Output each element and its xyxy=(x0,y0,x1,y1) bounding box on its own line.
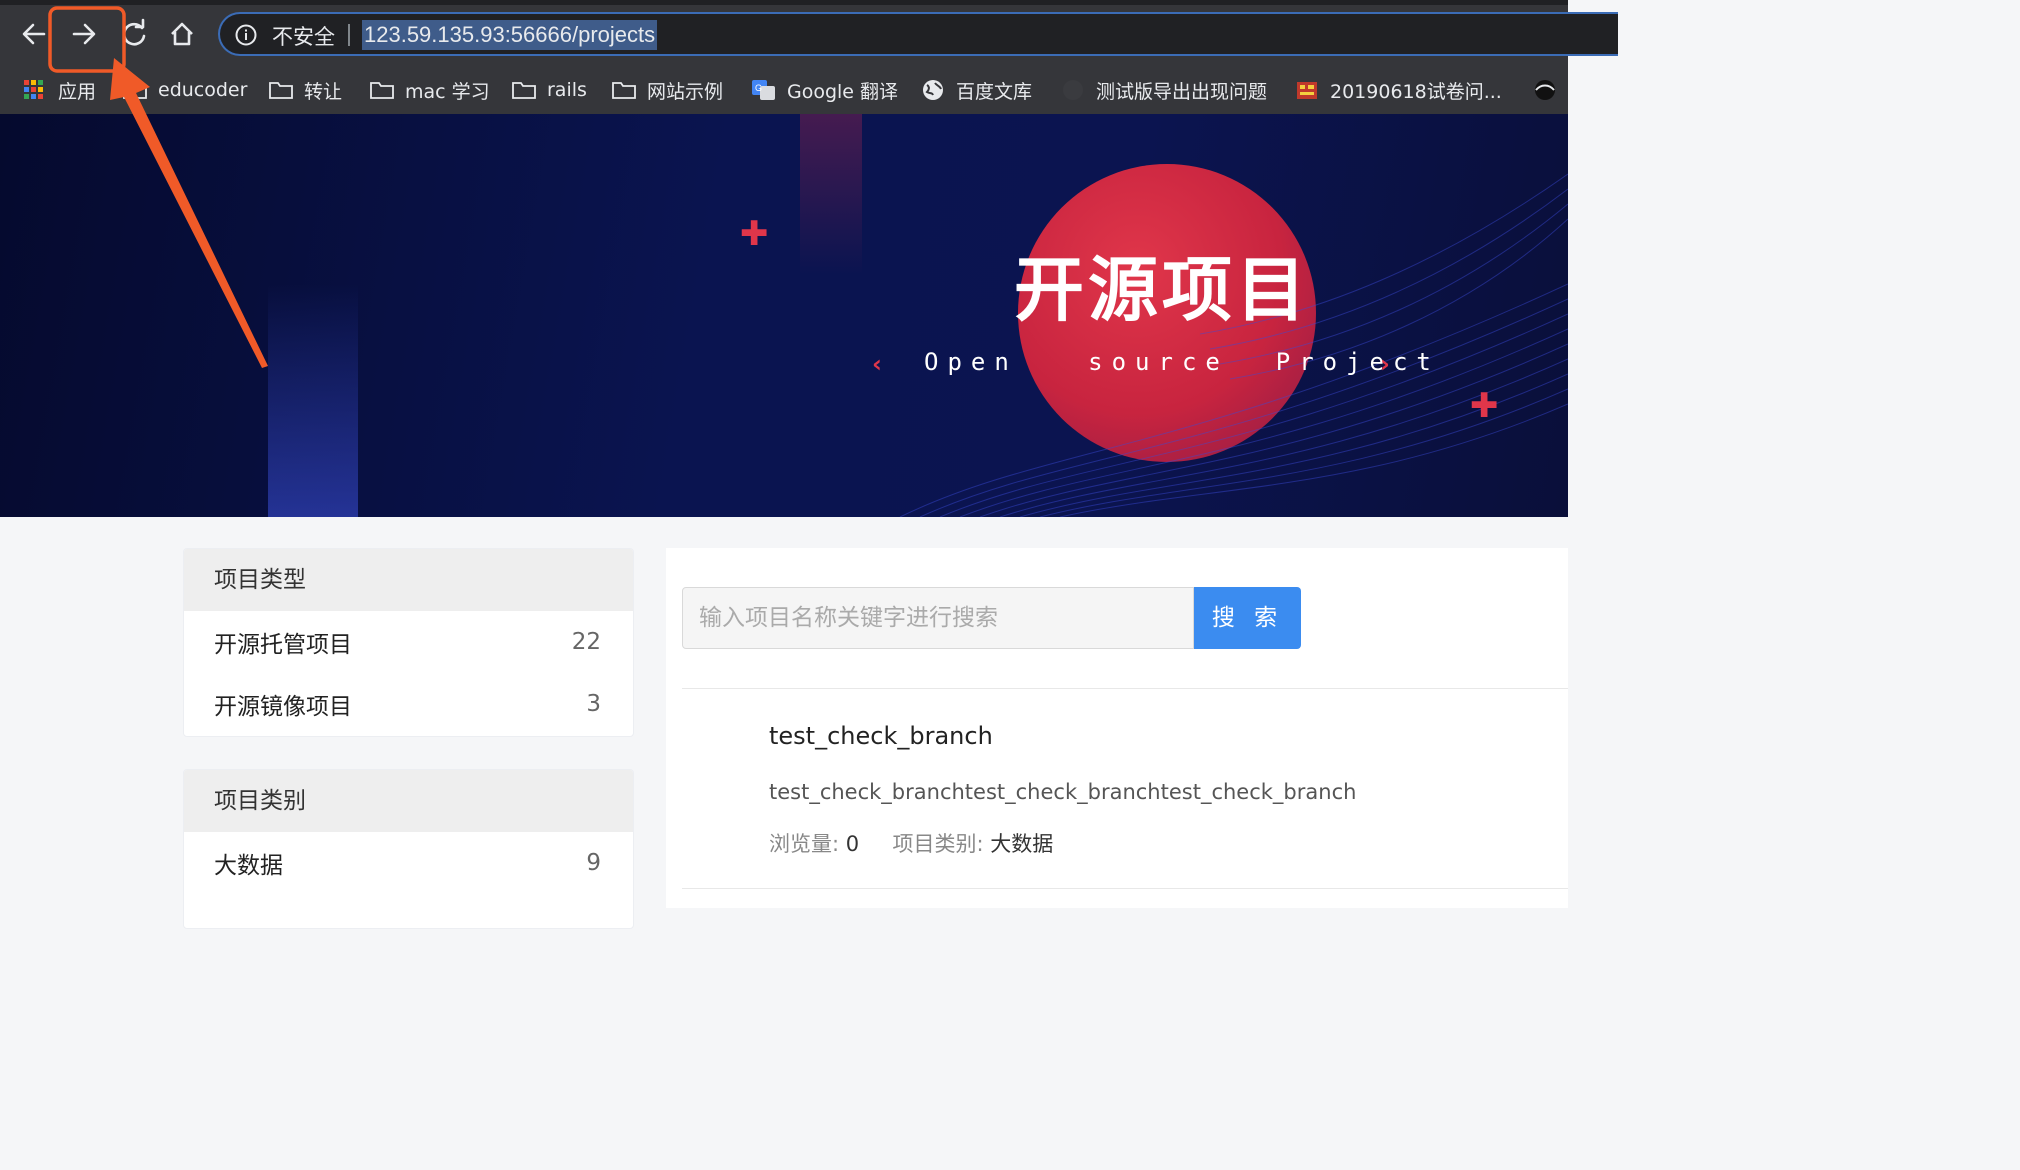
site-favicon-icon xyxy=(1294,79,1320,101)
folder-icon xyxy=(369,79,395,101)
home-button[interactable] xyxy=(162,14,202,54)
folder-icon xyxy=(511,79,537,101)
filter-count: 3 xyxy=(586,691,601,717)
bookmark-transfer[interactable]: 转让 xyxy=(268,74,342,106)
bookmark-label: 测试版导出出现问题 xyxy=(1096,80,1268,103)
reload-icon xyxy=(122,18,146,46)
project-list-area: 输入项目名称关键字进行搜索 搜 索 test_check_branch test… xyxy=(666,548,1568,908)
svg-text:G: G xyxy=(755,83,762,93)
bookmark-label: mac 学习 xyxy=(405,80,490,103)
category-value: 大数据 xyxy=(990,832,1054,856)
filter-item-mirror[interactable]: 开源镜像项目 3 xyxy=(184,673,633,735)
bookmark-site-examples[interactable]: 网站示例 xyxy=(611,74,723,106)
bookmark-apps[interactable]: 应用 xyxy=(22,74,96,106)
folder-icon xyxy=(611,79,637,101)
info-icon[interactable] xyxy=(234,23,258,47)
project-meta: 浏览量: 0 项目类别: 大数据 xyxy=(769,828,1053,858)
avatar-icon xyxy=(1532,79,1558,101)
reload-button[interactable] xyxy=(114,14,154,54)
bookmark-label: educoder xyxy=(158,79,248,101)
bookmark-label: 网站示例 xyxy=(647,80,724,103)
arrow-left-icon xyxy=(22,23,46,45)
filter-count: 22 xyxy=(571,629,601,655)
address-separator xyxy=(348,24,350,46)
bookmark-label: 百度文库 xyxy=(956,80,1033,103)
filter-count: 9 xyxy=(586,850,601,876)
views-label: 浏览量: xyxy=(769,832,840,856)
url-text[interactable]: 123.59.135.93:56666/projects xyxy=(362,20,658,50)
hero-banner: ✚ ✚ 开源项目 ‹ Open source Project › xyxy=(0,114,1568,517)
forward-button[interactable] xyxy=(64,14,104,54)
folder-icon xyxy=(268,79,294,101)
bookmark-export-issue[interactable]: 测试版导出出现问题 xyxy=(1060,74,1267,106)
globe-icon xyxy=(920,79,946,101)
apps-grid-icon xyxy=(22,79,48,101)
banner-wave-lines xyxy=(899,173,1568,517)
search-button[interactable]: 搜 索 xyxy=(1194,587,1301,649)
bookmarks-bar: 应用 educoder 转让 mac 学习 rails 网站示例 G Googl… xyxy=(0,66,1568,114)
address-bar[interactable]: 不安全 123.59.135.93:56666/projects xyxy=(218,12,1618,56)
bookmark-label: 20190618试卷问... xyxy=(1330,80,1502,103)
browser-toolbar: 不安全 123.59.135.93:56666/projects xyxy=(0,0,1618,66)
project-title-link[interactable]: test_check_branch xyxy=(769,722,993,750)
category-label: 项目类别: xyxy=(892,832,984,856)
bookmark-label: Google 翻译 xyxy=(787,80,899,103)
views-count: 0 xyxy=(845,832,860,856)
project-category-panel: 项目类别 大数据 9 xyxy=(183,769,634,929)
bookmark-google-translate[interactable]: G Google 翻译 xyxy=(751,74,898,106)
bookmark-label: 转让 xyxy=(304,80,343,103)
banner-plus-decoration: ✚ xyxy=(740,214,769,254)
security-status[interactable]: 不安全 xyxy=(272,21,335,51)
search-input[interactable]: 输入项目名称关键字进行搜索 xyxy=(682,587,1194,649)
filter-item-big-data[interactable]: 大数据 9 xyxy=(184,832,633,894)
github-icon xyxy=(1060,79,1086,101)
bookmark-rails[interactable]: rails xyxy=(511,74,587,106)
filter-label: 大数据 xyxy=(214,853,283,879)
banner-subtitle: Open source Project xyxy=(924,348,1440,376)
list-divider xyxy=(682,688,1568,689)
bookmark-exam-issue[interactable]: 20190618试卷问... xyxy=(1294,74,1502,106)
filter-label: 开源镜像项目 xyxy=(214,694,352,720)
banner-plus-decoration: ✚ xyxy=(1470,386,1499,426)
tab-strip-edge xyxy=(0,0,1568,5)
chevron-right-icon: › xyxy=(1380,350,1390,378)
filter-label: 开源托管项目 xyxy=(214,632,352,658)
bookmark-educoder[interactable]: educoder xyxy=(122,74,247,106)
project-type-panel: 项目类型 开源托管项目 22 开源镜像项目 3 xyxy=(183,548,634,737)
profile-avatar[interactable] xyxy=(1532,74,1568,106)
banner-title: 开源项目 xyxy=(1014,249,1310,331)
google-translate-icon: G xyxy=(751,79,777,101)
panel-title: 项目类型 xyxy=(184,549,633,611)
bookmark-baidu-wenku[interactable]: 百度文库 xyxy=(920,74,1032,106)
list-divider xyxy=(682,888,1568,889)
panel-title: 项目类别 xyxy=(184,770,633,832)
back-button[interactable] xyxy=(14,14,54,54)
home-icon xyxy=(171,22,193,46)
filter-item-hosted[interactable]: 开源托管项目 22 xyxy=(184,611,633,673)
bookmark-label: rails xyxy=(547,79,587,101)
arrow-right-icon xyxy=(72,23,96,45)
folder-icon xyxy=(122,79,148,101)
project-description: test_check_branchtest_check_branchtest_c… xyxy=(769,780,1357,804)
chevron-left-icon: ‹ xyxy=(872,350,882,378)
bookmark-label: 应用 xyxy=(58,80,97,103)
bookmark-mac-learning[interactable]: mac 学习 xyxy=(369,74,490,106)
